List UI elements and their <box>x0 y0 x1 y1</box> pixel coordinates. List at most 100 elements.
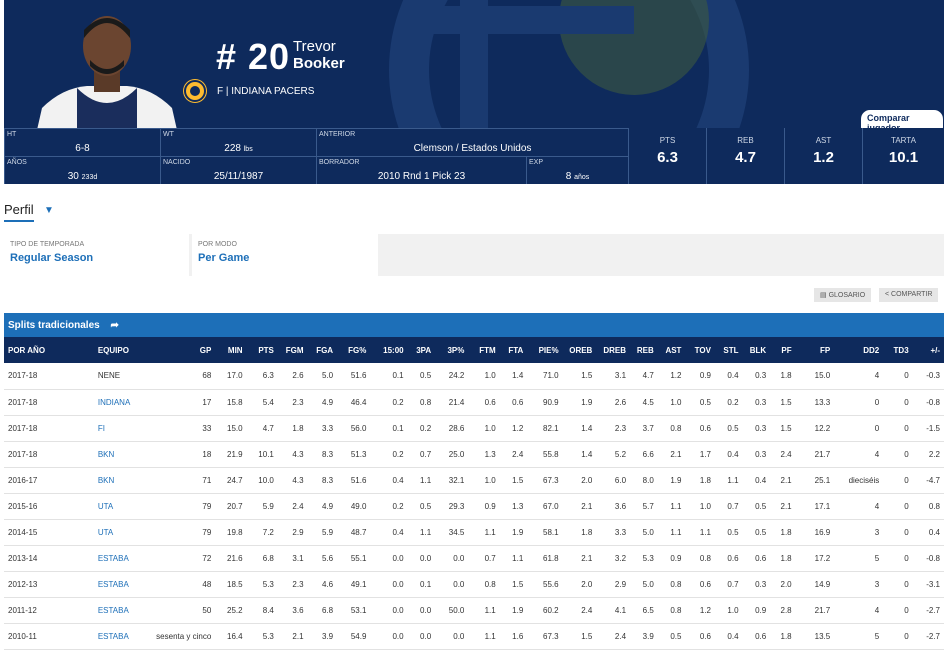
table-cell: 1.8 <box>699 475 711 485</box>
col-header[interactable]: PIE% <box>527 337 562 363</box>
player-info-bar: HT 6-8 WT 228 lbs ANTERIOR Clemson / Est… <box>4 128 944 184</box>
table-cell: 2.9 <box>614 579 627 589</box>
table-cell: 1.9 <box>512 527 524 537</box>
team-link[interactable]: UTA <box>94 493 152 519</box>
col-header[interactable]: REB <box>630 337 658 363</box>
col-header[interactable]: BLK <box>743 337 771 363</box>
table-cell: 15.0 <box>227 423 243 433</box>
player-hero: # 20 Trevor Booker F | INDIANA PACERS Co… <box>4 0 944 130</box>
col-header[interactable]: TOV <box>685 337 715 363</box>
table-cell: 2013-14 <box>8 553 38 563</box>
table-cell: 1.6 <box>512 631 524 641</box>
table-cell: 1.0 <box>484 423 496 433</box>
table-cell: 2011-12 <box>8 605 37 615</box>
col-header[interactable]: 3PA <box>408 337 436 363</box>
table-cell: 49.0 <box>350 501 367 511</box>
col-header[interactable]: GP <box>152 337 215 363</box>
table-cell: 1.5 <box>780 423 792 433</box>
table-cell: 0 <box>904 579 909 589</box>
col-header[interactable]: FTM <box>468 337 499 363</box>
table-cell: 1.5 <box>512 579 524 589</box>
caret-down-icon[interactable]: ▼ <box>44 205 54 216</box>
col-header[interactable]: FGM <box>278 337 308 363</box>
perfil-dropdown[interactable]: Perfil <box>4 202 34 217</box>
table-cell: 2.1 <box>581 553 593 563</box>
table-cell: 5.4 <box>262 397 274 407</box>
table-row: 2015-16 UTA 79 20.7 5.9 2.4 4.9 49.0 0.2 0.5 29.3 0… <box>4 493 944 519</box>
col-header[interactable]: 3P% <box>435 337 468 363</box>
table-cell: 1.1 <box>727 475 739 485</box>
table-cell: -4.7 <box>926 475 940 485</box>
share-arrow-icon[interactable]: ➦ <box>110 320 118 331</box>
table-cell: 0.0 <box>453 631 465 641</box>
col-header[interactable]: FGA <box>308 337 338 363</box>
table-cell: 0.0 <box>420 605 432 615</box>
team-link[interactable]: INDIANA <box>94 389 152 415</box>
table-cell: 0.1 <box>392 371 404 381</box>
col-header[interactable]: PF <box>770 337 795 363</box>
table-cell: 5.3 <box>262 631 274 641</box>
table-cell: 71 <box>202 475 212 485</box>
table-cell: 1.5 <box>512 475 524 485</box>
col-header[interactable]: STL <box>715 337 743 363</box>
table-cell: 0 <box>904 553 909 563</box>
table-cell: 0.8 <box>670 423 682 433</box>
table-cell: 0.8 <box>670 579 682 589</box>
col-header[interactable]: POR AÑO <box>4 337 94 363</box>
table-cell: 0 <box>904 527 909 537</box>
table-cell: 51.6 <box>350 475 367 485</box>
table-cell: 1.8 <box>292 423 304 433</box>
col-header[interactable]: FTA <box>500 337 528 363</box>
glossary-button[interactable]: ▤ GLOSARIO <box>814 288 872 302</box>
compare-player-button[interactable]: Comparar jugador <box>860 109 944 130</box>
filter-season-type[interactable]: TIPO DE TEMPORADA Regular Season <box>4 234 189 276</box>
filter-per-mode[interactable]: POR MODO Per Game <box>192 234 378 276</box>
share-button[interactable]: < COMPARTIR <box>879 288 939 302</box>
table-cell: 21.4 <box>448 397 465 407</box>
splits-table: POR AÑO EQUIPO GP MIN PTS FGM FGA FG% 15:00 3PA 3P… <box>4 337 944 650</box>
team-link[interactable]: BKN <box>94 467 152 493</box>
col-header[interactable]: DREB <box>596 337 630 363</box>
team-link[interactable]: ESTABA <box>94 597 152 623</box>
table-cell: 0.7 <box>484 553 496 563</box>
player-name: Trevor Booker <box>293 38 345 72</box>
table-cell: 2016-17 <box>8 475 38 485</box>
table-cell: 8.0 <box>642 475 654 485</box>
table-cell: 34.5 <box>448 527 465 537</box>
table-cell: 1.0 <box>727 605 739 615</box>
col-header[interactable]: +/- <box>913 337 944 363</box>
col-header[interactable]: MIN <box>215 337 246 363</box>
table-cell: 0.0 <box>453 579 465 589</box>
table-cell: 2.4 <box>292 501 304 511</box>
col-header[interactable]: FG% <box>337 337 370 363</box>
col-header[interactable]: AST <box>658 337 686 363</box>
col-header[interactable]: FP <box>796 337 835 363</box>
table-cell: 4.3 <box>292 449 304 459</box>
table-row: 2017-18 BKN 18 21.9 10.1 4.3 8.3 51.3 0.2 0.7 25.0… <box>4 441 944 467</box>
col-header[interactable]: EQUIPO <box>94 337 152 363</box>
table-cell: 10.1 <box>258 449 274 459</box>
col-header[interactable]: DD2 <box>834 337 883 363</box>
col-header[interactable]: 15:00 <box>370 337 407 363</box>
table-cell: 1.1 <box>420 527 432 537</box>
table-cell: 0.7 <box>727 579 739 589</box>
col-header[interactable]: PTS <box>247 337 278 363</box>
table-cell: 12.2 <box>814 423 831 433</box>
info-anos: AÑOS 30 233d <box>4 156 160 184</box>
table-row: 2017-18 FI 33 15.0 4.7 1.8 3.3 56.0 0.1 0.2 28.6 1.… <box>4 415 944 441</box>
team-link[interactable]: ESTABA <box>94 571 152 597</box>
team-link[interactable]: UTA <box>94 519 152 545</box>
team-link[interactable]: BKN <box>94 441 152 467</box>
col-header[interactable]: OREB <box>563 337 597 363</box>
table-cell: 2.8 <box>780 605 792 615</box>
table-cell: 21.9 <box>227 449 243 459</box>
team-link[interactable]: ESTABA <box>94 623 152 649</box>
team-link[interactable]: FI <box>94 415 152 441</box>
table-cell: 0.4 <box>727 449 739 459</box>
team-link[interactable]: ESTABA <box>94 545 152 571</box>
table-cell: 25.0 <box>448 449 465 459</box>
col-header[interactable]: TD3 <box>883 337 912 363</box>
table-cell: 0.2 <box>392 449 404 459</box>
splits-title: Splits tradicionales <box>8 320 100 331</box>
table-cell: 25.1 <box>814 475 831 485</box>
